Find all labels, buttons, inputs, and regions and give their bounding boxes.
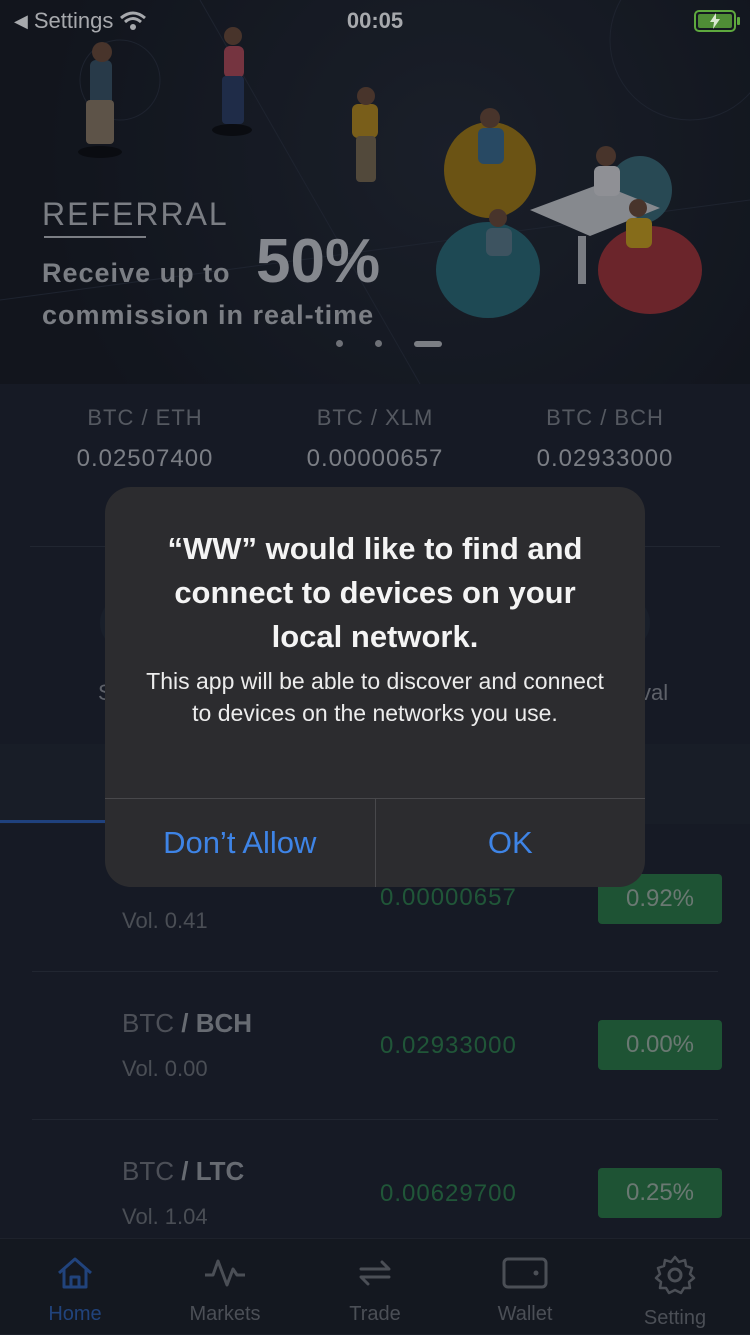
dialog-title: “WW” would like to find and connect to d… [167, 531, 583, 654]
dialog-buttons: Don’t Allow OK [105, 798, 645, 887]
clock: 00:05 [346, 8, 404, 33]
battery-icon [694, 10, 740, 32]
dont-allow-button[interactable]: Don’t Allow [105, 799, 376, 887]
dialog-message: This app will be able to discover and co… [146, 668, 604, 726]
ok-button[interactable]: OK [376, 799, 646, 887]
local-network-permission-dialog: “WW” would like to find and connect to d… [105, 487, 645, 887]
status-bar: ◀ Settings 00:05 [0, 0, 750, 42]
